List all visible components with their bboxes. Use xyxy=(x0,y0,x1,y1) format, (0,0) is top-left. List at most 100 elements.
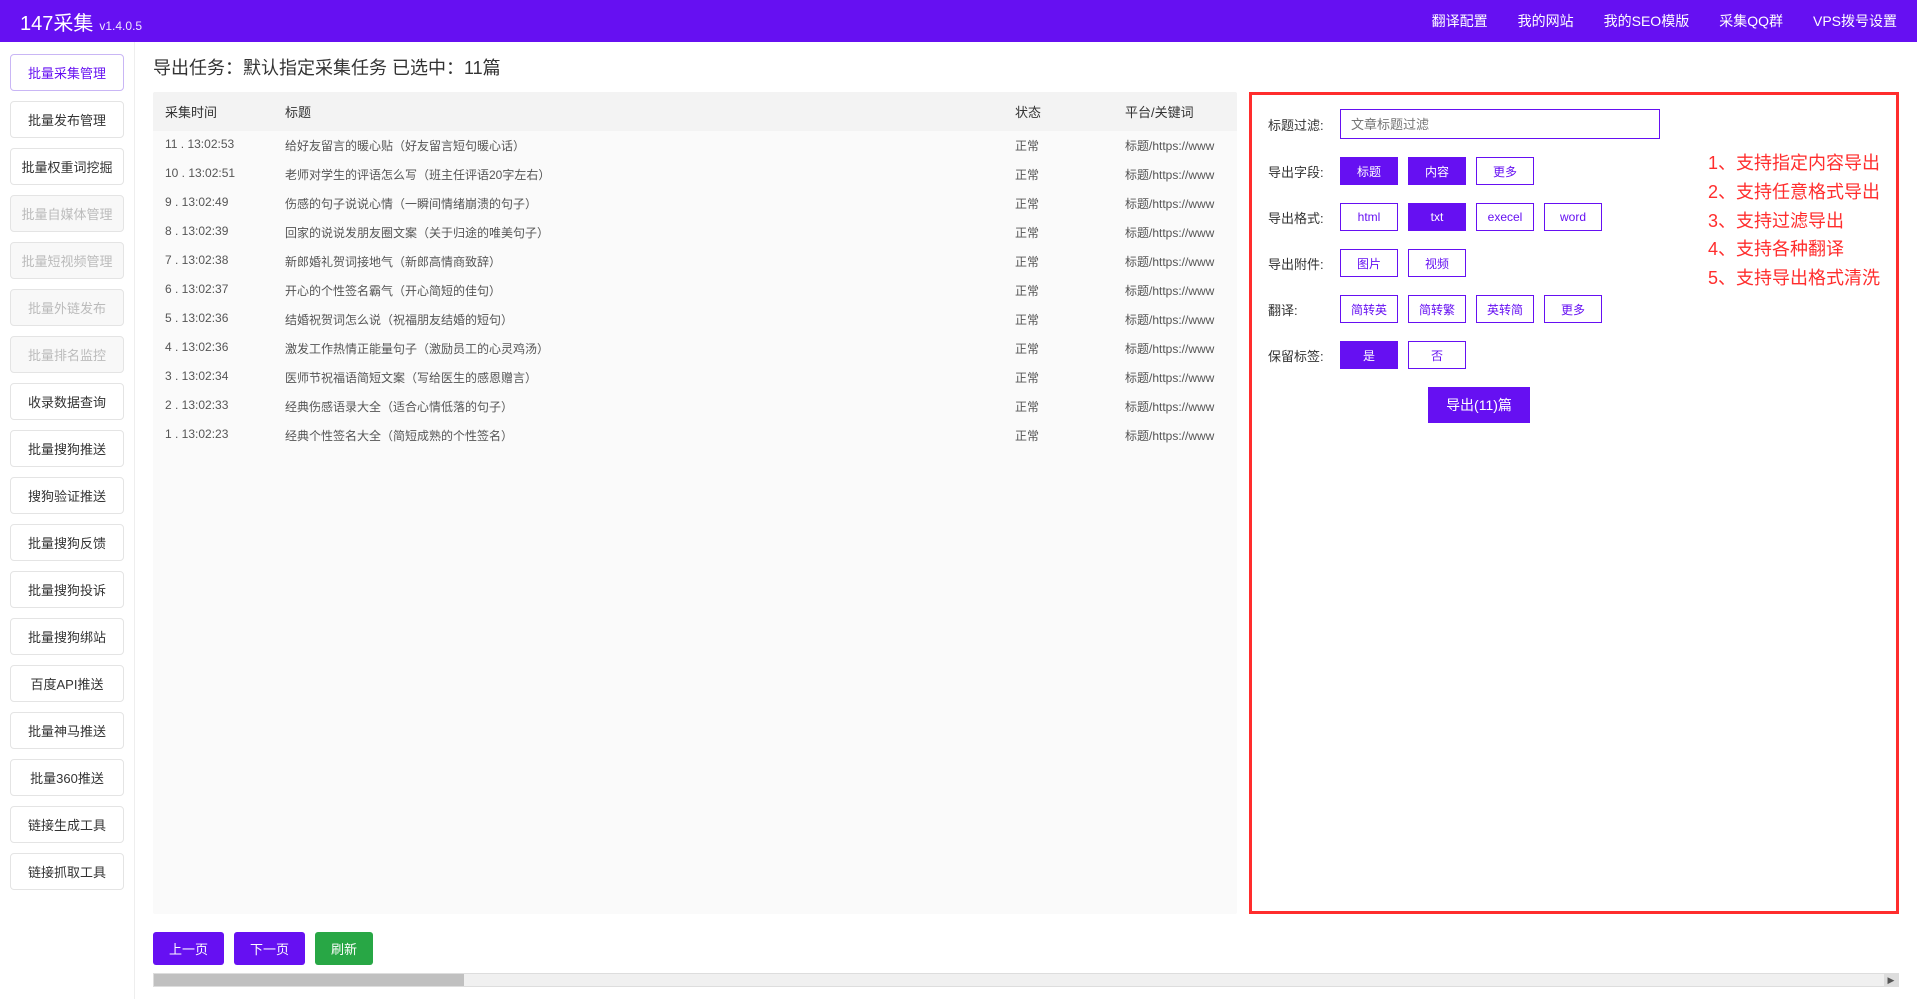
attach-options: 图片视频 xyxy=(1340,249,1690,277)
cell-status: 正常 xyxy=(1015,282,1125,299)
sidebar-item-1[interactable]: 批量发布管理 xyxy=(10,101,124,138)
table-row[interactable]: 9 . 13:02:49伤感的句子说说心情（一瞬间情绪崩溃的句子）正常标题/ht… xyxy=(153,189,1237,218)
table-row[interactable]: 5 . 13:02:36结婚祝贺词怎么说（祝福朋友结婚的短句）正常标题/http… xyxy=(153,305,1237,334)
format-option-3[interactable]: word xyxy=(1544,203,1602,231)
prev-page-button[interactable]: 上一页 xyxy=(153,932,224,965)
page-title: 导出任务：默认指定采集任务 已选中：11篇 xyxy=(153,54,1899,80)
translate-option-1[interactable]: 简转繁 xyxy=(1408,295,1466,323)
col-header-time: 采集时间 xyxy=(165,102,285,121)
keeptag-option-1[interactable]: 否 xyxy=(1408,341,1466,369)
sidebar-item-11[interactable]: 批量搜狗投诉 xyxy=(10,571,124,608)
sidebar-item-3: 批量自媒体管理 xyxy=(10,195,124,232)
format-options: htmltxt execel word xyxy=(1340,203,1690,231)
nav-link-1[interactable]: 我的网站 xyxy=(1518,11,1574,31)
table-row[interactable]: 1 . 13:02:23经典个性签名大全（简短成熟的个性签名）正常标题/http… xyxy=(153,421,1237,450)
note-line-0: 1、支持指定内容导出 xyxy=(1708,149,1880,178)
attach-label: 导出附件: xyxy=(1268,254,1340,273)
fields-option-1[interactable]: 内容 xyxy=(1408,157,1466,185)
export-form: 标题过滤: 导出字段: 标题内容更多 导出格式: htmltxtexecelwo… xyxy=(1268,109,1690,897)
table-row[interactable]: 4 . 13:02:36激发工作热情正能量句子（激励员工的心灵鸡汤）正常标题/h… xyxy=(153,334,1237,363)
next-page-button[interactable]: 下一页 xyxy=(234,932,305,965)
table-row[interactable]: 2 . 13:02:33经典伤感语录大全（适合心情低落的句子）正常标题/http… xyxy=(153,392,1237,421)
cell-title: 伤感的句子说说心情（一瞬间情绪崩溃的句子） xyxy=(285,195,1015,212)
nav-link-0[interactable]: 翻译配置 xyxy=(1432,11,1488,31)
cell-platform: 标题/https://www xyxy=(1125,340,1225,357)
cell-status: 正常 xyxy=(1015,195,1125,212)
table-row[interactable]: 6 . 13:02:37开心的个性签名霸气（开心简短的佳句）正常标题/https… xyxy=(153,276,1237,305)
cell-platform: 标题/https://www xyxy=(1125,398,1225,415)
cell-title: 老师对学生的评语怎么写（班主任评语20字左右） xyxy=(285,166,1015,183)
translate-option-3[interactable]: 更多 xyxy=(1544,295,1602,323)
sidebar-item-9[interactable]: 搜狗验证推送 xyxy=(10,477,124,514)
keeptag-label: 保留标签: xyxy=(1268,346,1340,365)
cell-time: 6 . 13:02:37 xyxy=(165,282,285,299)
sidebar-item-15[interactable]: 批量360推送 xyxy=(10,759,124,796)
cell-title: 给好友留言的暖心贴（好友留言短句暖心话） xyxy=(285,137,1015,154)
table-row[interactable]: 8 . 13:02:39回家的说说发朋友圈文案（关于归途的唯美句子）正常标题/h… xyxy=(153,218,1237,247)
fields-option-0[interactable]: 标题 xyxy=(1340,157,1398,185)
format-option-1[interactable]: txt xyxy=(1408,203,1466,231)
sidebar-item-12[interactable]: 批量搜狗绑站 xyxy=(10,618,124,655)
translate-option-2[interactable]: 英转简 xyxy=(1476,295,1534,323)
nav-link-2[interactable]: 我的SEO模版 xyxy=(1604,11,1690,31)
keeptag-option-0[interactable]: 是 xyxy=(1340,341,1398,369)
col-header-platform: 平台/关键词 xyxy=(1125,102,1225,121)
fields-option-2[interactable]: 更多 xyxy=(1476,157,1534,185)
translate-option-0[interactable]: 简转英 xyxy=(1340,295,1398,323)
format-option-2[interactable]: execel xyxy=(1476,203,1534,231)
note-line-4: 5、支持导出格式清洗 xyxy=(1708,264,1880,293)
refresh-button[interactable]: 刷新 xyxy=(315,932,373,965)
sidebar-item-16[interactable]: 链接生成工具 xyxy=(10,806,124,843)
col-header-title: 标题 xyxy=(285,102,1015,121)
nav-link-4[interactable]: VPS拨号设置 xyxy=(1813,11,1897,31)
cell-status: 正常 xyxy=(1015,398,1125,415)
horizontal-scrollbar[interactable]: ▶ xyxy=(153,973,1899,987)
sidebar-item-2[interactable]: 批量权重词挖掘 xyxy=(10,148,124,185)
col-header-status: 状态 xyxy=(1015,102,1125,121)
cell-title: 医师节祝福语简短文案（写给医生的感恩赠言） xyxy=(285,369,1015,386)
table-body: 11 . 13:02:53给好友留言的暖心贴（好友留言短句暖心话）正常标题/ht… xyxy=(153,131,1237,914)
export-button[interactable]: 导出(11)篇 xyxy=(1428,387,1530,423)
cell-platform: 标题/https://www xyxy=(1125,166,1225,183)
cell-time: 8 . 13:02:39 xyxy=(165,224,285,241)
table-row[interactable]: 11 . 13:02:53给好友留言的暖心贴（好友留言短句暖心话）正常标题/ht… xyxy=(153,131,1237,160)
sidebar-item-0[interactable]: 批量采集管理 xyxy=(10,54,124,91)
sidebar-item-14[interactable]: 批量神马推送 xyxy=(10,712,124,749)
sidebar-item-17[interactable]: 链接抓取工具 xyxy=(10,853,124,890)
cell-title: 激发工作热情正能量句子（激励员工的心灵鸡汤） xyxy=(285,340,1015,357)
attach-option-1[interactable]: 视频 xyxy=(1408,249,1466,277)
main-area: 导出任务：默认指定采集任务 已选中：11篇 采集时间 标题 状态 平台/关键词 … xyxy=(135,42,1917,999)
cell-title: 经典伤感语录大全（适合心情低落的句子） xyxy=(285,398,1015,415)
cell-time: 7 . 13:02:38 xyxy=(165,253,285,270)
scrollbar-thumb[interactable] xyxy=(154,974,464,986)
cell-title: 新郎婚礼贺词接地气（新郎高情商致辞） xyxy=(285,253,1015,270)
cell-time: 3 . 13:02:34 xyxy=(165,369,285,386)
app-title: 147采集 xyxy=(20,7,93,36)
cell-title: 开心的个性签名霸气（开心简短的佳句） xyxy=(285,282,1015,299)
pagination-bar: 上一页 下一页 刷新 xyxy=(153,932,1899,965)
cell-title: 回家的说说发朋友圈文案（关于归途的唯美句子） xyxy=(285,224,1015,241)
table-row[interactable]: 3 . 13:02:34医师节祝福语简短文案（写给医生的感恩赠言）正常标题/ht… xyxy=(153,363,1237,392)
sidebar-item-7[interactable]: 收录数据查询 xyxy=(10,383,124,420)
sidebar-item-8[interactable]: 批量搜狗推送 xyxy=(10,430,124,467)
table-row[interactable]: 10 . 13:02:51老师对学生的评语怎么写（班主任评语20字左右）正常标题… xyxy=(153,160,1237,189)
task-table: 采集时间 标题 状态 平台/关键词 11 . 13:02:53给好友留言的暖心贴… xyxy=(153,92,1237,914)
table-row[interactable]: 7 . 13:02:38新郎婚礼贺词接地气（新郎高情商致辞）正常标题/https… xyxy=(153,247,1237,276)
cell-platform: 标题/https://www xyxy=(1125,282,1225,299)
cell-time: 10 . 13:02:51 xyxy=(165,166,285,183)
sidebar-item-10[interactable]: 批量搜狗反馈 xyxy=(10,524,124,561)
table-header-row: 采集时间 标题 状态 平台/关键词 xyxy=(153,92,1237,131)
format-option-0[interactable]: html xyxy=(1340,203,1398,231)
cell-title: 经典个性签名大全（简短成熟的个性签名） xyxy=(285,427,1015,444)
nav-link-3[interactable]: 采集QQ群 xyxy=(1719,11,1783,31)
scrollbar-arrow-right[interactable]: ▶ xyxy=(1884,974,1898,986)
header-nav: 翻译配置 我的网站 我的SEO模版 采集QQ群 VPS拨号设置 xyxy=(1432,11,1897,31)
cell-status: 正常 xyxy=(1015,224,1125,241)
sidebar-item-13[interactable]: 百度API推送 xyxy=(10,665,124,702)
cell-title: 结婚祝贺词怎么说（祝福朋友结婚的短句） xyxy=(285,311,1015,328)
cell-platform: 标题/https://www xyxy=(1125,311,1225,328)
cell-time: 2 . 13:02:33 xyxy=(165,398,285,415)
attach-option-0[interactable]: 图片 xyxy=(1340,249,1398,277)
title-filter-input[interactable] xyxy=(1340,109,1660,139)
cell-status: 正常 xyxy=(1015,166,1125,183)
